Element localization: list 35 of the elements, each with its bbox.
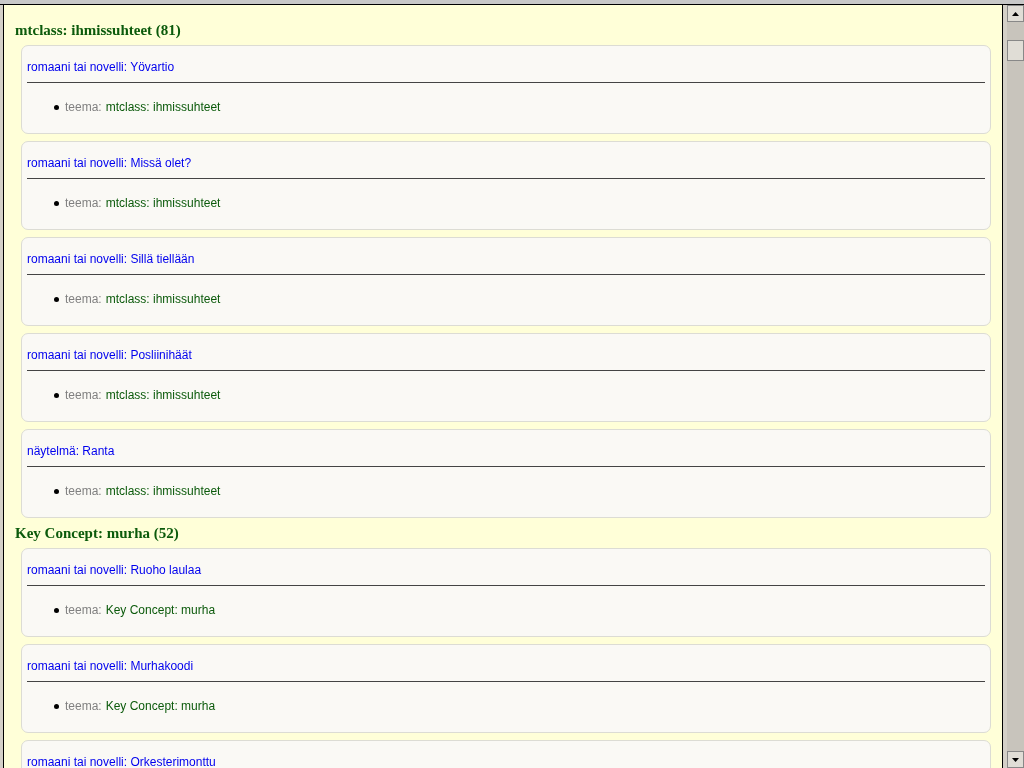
property-label: teema: <box>65 387 102 403</box>
record-title-link[interactable]: näytelmä: Ranta <box>27 444 115 458</box>
record-title-link[interactable]: romaani tai novelli: Sillä tiellään <box>27 252 195 266</box>
property-value: mtclass: ihmissuhteet <box>105 483 221 499</box>
bullet-icon <box>54 392 59 398</box>
property-value: mtclass: ihmissuhteet <box>105 387 221 403</box>
bullet-icon <box>54 104 59 110</box>
section-heading: mtclass: ihmissuhteet (81) <box>15 21 182 39</box>
bullet-icon <box>54 296 59 302</box>
record-title-link[interactable]: romaani tai novelli: Orkesterimonttu <box>27 755 216 768</box>
property-value: mtclass: ihmissuhteet <box>105 291 221 307</box>
scrollbar[interactable] <box>1007 5 1024 768</box>
property-label: teema: <box>65 483 102 499</box>
record-title-link[interactable]: romaani tai novelli: Murhakoodi <box>27 659 194 673</box>
record-title-link[interactable]: romaani tai novelli: Yövartio <box>27 60 175 74</box>
property-label: teema: <box>65 602 102 618</box>
scroll-thumb[interactable] <box>1007 40 1024 61</box>
property-label: teema: <box>65 291 102 307</box>
record-title-link[interactable]: romaani tai novelli: Missä olet? <box>27 156 192 170</box>
property-label: teema: <box>65 195 102 211</box>
bullet-icon <box>54 200 59 206</box>
bullet-icon <box>54 703 59 709</box>
scroll-up-icon[interactable] <box>1007 5 1024 22</box>
property-label: teema: <box>65 99 102 115</box>
record-title-link[interactable]: romaani tai novelli: Posliinihäät <box>27 348 192 362</box>
property-value: Key Concept: murha <box>105 602 216 618</box>
scroll-down-icon[interactable] <box>1007 751 1024 768</box>
bullet-icon <box>54 607 59 613</box>
record-title-link[interactable]: romaani tai novelli: Ruoho laulaa <box>27 563 202 577</box>
bullet-icon <box>54 488 59 494</box>
property-value: mtclass: ihmissuhteet <box>105 99 221 115</box>
property-value: mtclass: ihmissuhteet <box>105 195 221 211</box>
section-heading: Key Concept: murha (52) <box>15 524 180 542</box>
property-value: Key Concept: murha <box>105 698 216 714</box>
property-label: teema: <box>65 698 102 714</box>
